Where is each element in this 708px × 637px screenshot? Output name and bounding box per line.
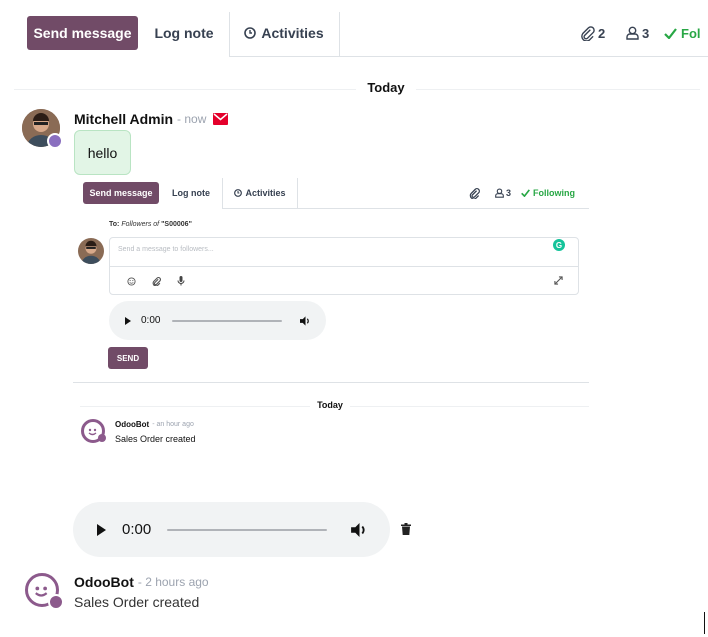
send-message-label: Send message <box>33 25 132 41</box>
embedded-toolbar-divider <box>222 178 223 208</box>
user-icon <box>495 188 504 198</box>
embedded-audio-time: 0:00 <box>141 315 161 326</box>
embedded-bot-author[interactable]: OdooBot <box>115 420 149 429</box>
audio-progress-track[interactable] <box>172 319 283 322</box>
composer-input[interactable]: Send a message to followers... <box>118 246 538 253</box>
embedded-log-note-button[interactable]: Log note <box>163 182 219 204</box>
composer-section-border <box>73 382 589 383</box>
emoji-icon[interactable] <box>127 277 136 286</box>
message-bubble: hello <box>74 130 131 175</box>
followers-count: 3 <box>642 25 650 41</box>
message-body: hello <box>87 144 118 161</box>
odoobot-heart-badge <box>98 434 106 442</box>
trash-icon[interactable] <box>401 523 411 535</box>
audio-time: 0:00 <box>122 521 152 538</box>
composer-divider <box>110 266 578 267</box>
embedded-activities-label: Activities <box>245 188 286 198</box>
recipients-record: "S00006" <box>161 221 192 228</box>
bottom-message-time: - 2 hours ago <box>137 575 209 589</box>
embedded-send-message-label: Send message <box>89 188 153 198</box>
attachments-count: 2 <box>598 25 606 41</box>
composer-placeholder: Send a message to followers... <box>118 246 214 253</box>
embedded-bot-time: - an hour ago <box>152 421 194 428</box>
message-header: Mitchell Admin - now <box>74 111 229 127</box>
follow-button[interactable]: Fol <box>664 24 701 42</box>
play-icon[interactable] <box>97 523 106 536</box>
send-label: SEND <box>116 353 140 363</box>
embedded-bot-header: OdooBot - an hour ago <box>115 420 194 429</box>
send-message-button[interactable]: Send message <box>27 16 138 50</box>
embedded-log-note-label: Log note <box>172 188 210 198</box>
composer-avatar <box>78 238 104 264</box>
paperclip-icon <box>581 25 595 41</box>
embedded-followers-count: 3 <box>506 188 512 198</box>
check-icon <box>521 189 530 197</box>
odoobot-heart-badge <box>48 594 64 610</box>
clock-icon <box>234 189 243 197</box>
expand-icon[interactable] <box>554 276 563 285</box>
audio-player[interactable]: 0:00 <box>73 502 390 557</box>
embedded-date-label: Today <box>317 400 343 410</box>
embedded-following-button[interactable]: Following <box>521 187 575 199</box>
date-separator: Today <box>356 80 416 95</box>
microphone-icon[interactable] <box>177 276 185 286</box>
bottom-message-body-text: Sales Order created <box>74 594 200 610</box>
embedded-bot-body-text: Sales Order created <box>115 434 196 444</box>
embedded-following-label: Following <box>533 188 575 198</box>
log-note-button[interactable]: Log note <box>142 16 226 50</box>
embedded-toolbar-border <box>222 208 589 209</box>
paperclip-icon[interactable] <box>469 188 480 199</box>
bottom-message-author[interactable]: OdooBot <box>74 574 134 590</box>
embedded-bot-body: Sales Order created <box>115 434 196 444</box>
embedded-date-separator: Today <box>310 400 350 410</box>
send-button[interactable]: SEND <box>108 347 148 369</box>
toolbar-divider <box>229 12 230 56</box>
paperclip-icon[interactable] <box>152 277 161 286</box>
bottom-message-header: OdooBot - 2 hours ago <box>74 574 209 590</box>
envelope-icon <box>213 113 229 125</box>
message-author[interactable]: Mitchell Admin <box>74 111 173 127</box>
embedded-toolbar-divider <box>297 178 298 208</box>
activities-button[interactable]: Activities <box>232 16 336 50</box>
activities-label: Activities <box>261 25 324 41</box>
online-status-badge <box>47 133 63 149</box>
message-time: - now <box>177 112 207 126</box>
toolbar-divider <box>339 12 340 56</box>
volume-icon[interactable] <box>300 315 311 326</box>
play-icon[interactable] <box>125 316 131 325</box>
recipients-line: To: Followers of "S00006" <box>109 221 192 228</box>
recipients-followers: Followers of <box>121 221 160 228</box>
bottom-message-body: Sales Order created <box>74 594 199 610</box>
embedded-followers-button[interactable]: 3 <box>495 187 511 199</box>
embedded-audio-player[interactable]: 0:00 <box>109 301 326 340</box>
user-icon <box>626 26 639 40</box>
audio-progress-track[interactable] <box>167 528 328 531</box>
user-photo <box>78 238 104 264</box>
volume-icon[interactable] <box>351 522 368 537</box>
check-icon <box>664 27 677 39</box>
embedded-send-message-button[interactable]: Send message <box>83 182 159 204</box>
grammarly-icon[interactable]: G <box>553 239 565 251</box>
clock-icon <box>244 27 257 39</box>
text-cursor <box>704 612 705 634</box>
attachments-button[interactable]: 2 <box>580 24 605 42</box>
recipients-prefix: To: <box>109 221 120 228</box>
log-note-label: Log note <box>154 25 214 41</box>
embedded-activities-button[interactable]: Activities <box>225 182 295 204</box>
date-separator-label: Today <box>367 80 405 95</box>
followers-button[interactable]: 3 <box>626 24 649 42</box>
follow-label: Fol <box>681 25 701 41</box>
toolbar-bottom-border <box>229 56 708 57</box>
